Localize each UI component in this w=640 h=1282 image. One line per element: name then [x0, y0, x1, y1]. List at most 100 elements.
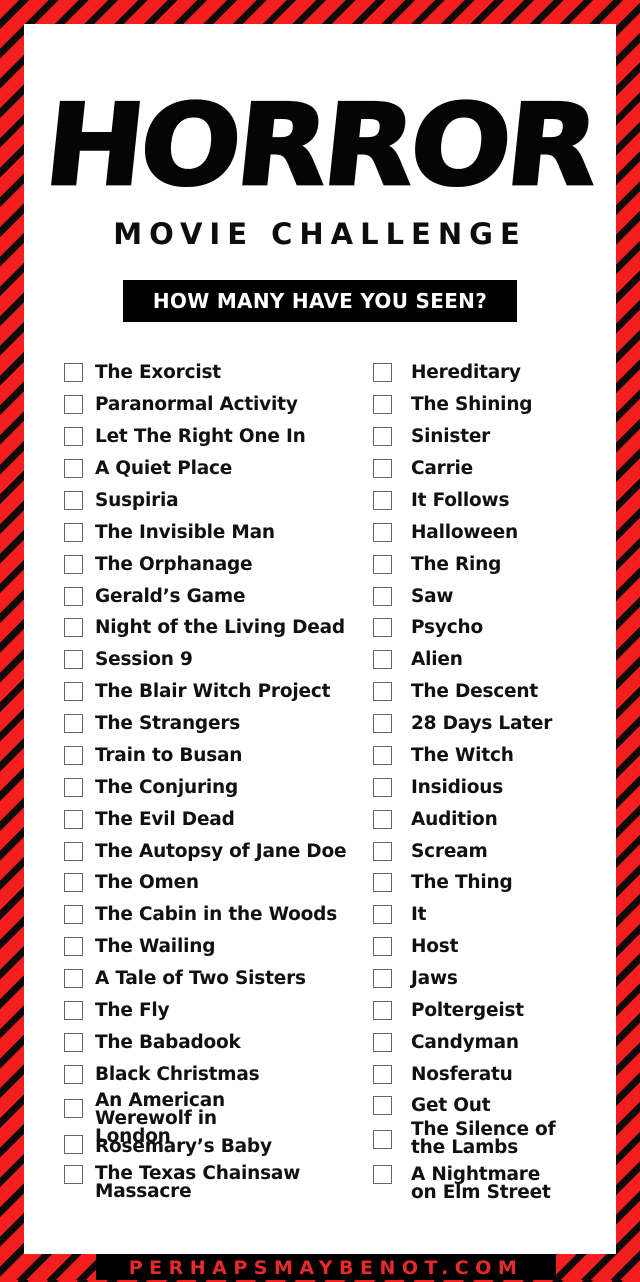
movie-title: Rosemary’s Baby [95, 1136, 272, 1157]
movie-title: Hereditary [411, 362, 521, 383]
checkbox[interactable] [373, 810, 392, 829]
movie-title: The Cabin in the Woods [95, 904, 338, 925]
checkbox[interactable] [373, 682, 392, 701]
checkbox[interactable] [64, 682, 83, 701]
movie-title: The Wailing [95, 936, 216, 957]
checkbox[interactable] [64, 842, 83, 861]
checkbox[interactable] [64, 523, 83, 542]
movie-title: Alien [411, 649, 463, 670]
checkbox[interactable] [64, 1001, 83, 1020]
checkbox[interactable] [64, 459, 83, 478]
movie-title: Scream [411, 841, 488, 862]
checkbox[interactable] [64, 746, 83, 765]
checkbox[interactable] [373, 969, 392, 988]
checkbox[interactable] [373, 459, 392, 478]
checkbox[interactable] [373, 1096, 392, 1115]
checkbox[interactable] [64, 363, 83, 382]
movie-title: Train to Busan [95, 745, 243, 766]
tagline-banner: HOW MANY HAVE YOU SEEN? [123, 280, 517, 322]
checkbox[interactable] [373, 1033, 392, 1052]
movie-title: Paranormal Activity [95, 394, 298, 415]
checkbox[interactable] [373, 1165, 392, 1184]
checkbox[interactable] [64, 618, 83, 637]
movie-title: Sinister [411, 426, 491, 447]
checkbox[interactable] [373, 1065, 392, 1084]
movie-title: The Strangers [95, 713, 241, 734]
checkbox[interactable] [373, 491, 392, 510]
checkbox[interactable] [64, 937, 83, 956]
checkbox[interactable] [64, 1099, 83, 1118]
movie-title: The Witch [411, 745, 514, 766]
checkbox[interactable] [373, 714, 392, 733]
checkbox[interactable] [373, 905, 392, 924]
checkbox[interactable] [64, 905, 83, 924]
movie-title: A Nightmare on Elm Street [411, 1164, 551, 1203]
checkbox[interactable] [64, 810, 83, 829]
checkbox[interactable] [373, 650, 392, 669]
movie-title: Audition [411, 809, 498, 830]
checkbox[interactable] [373, 523, 392, 542]
checkbox[interactable] [373, 587, 392, 606]
movie-title: Let The Right One In [95, 426, 306, 447]
checkbox[interactable] [373, 427, 392, 446]
checkbox[interactable] [373, 937, 392, 956]
movie-title: Carrie [411, 458, 473, 479]
checkbox[interactable] [373, 842, 392, 861]
checkbox[interactable] [64, 1033, 83, 1052]
checkbox[interactable] [373, 746, 392, 765]
movie-title: The Invisible Man [95, 522, 275, 543]
checkbox[interactable] [64, 873, 83, 892]
checkbox[interactable] [64, 778, 83, 797]
movie-title: Gerald’s Game [95, 586, 246, 607]
movie-title: Session 9 [95, 649, 193, 670]
movie-title: The Ring [411, 554, 502, 575]
movie-title: The Fly [95, 1000, 170, 1021]
movie-title: The Descent [411, 681, 539, 702]
movie-title: Get Out [411, 1095, 491, 1116]
checkbox[interactable] [373, 778, 392, 797]
footer-website[interactable]: PERHAPSMAYBENOT.COM [96, 1254, 556, 1280]
checkbox[interactable] [64, 395, 83, 414]
checkbox[interactable] [64, 714, 83, 733]
checkbox[interactable] [64, 555, 83, 574]
movie-title: Night of the Living Dead [95, 617, 345, 638]
checkbox[interactable] [373, 395, 392, 414]
movie-title: Jaws [411, 968, 458, 989]
movie-title: The Blair Witch Project [95, 681, 331, 702]
checkbox[interactable] [64, 587, 83, 606]
movie-title: The Texas Chainsaw Massacre [95, 1163, 301, 1202]
movie-title: The Thing [411, 872, 513, 893]
page-title: HORROR [38, 78, 603, 212]
checkbox[interactable] [64, 1135, 83, 1154]
movie-title: Psycho [411, 617, 483, 638]
movie-title: The Shining [411, 394, 533, 415]
checkbox[interactable] [373, 1130, 392, 1149]
movie-title: A Tale of Two Sisters [95, 968, 306, 989]
movie-title: The Conjuring [95, 777, 239, 798]
checkbox[interactable] [373, 873, 392, 892]
checkbox[interactable] [373, 618, 392, 637]
poster-background: { "header": { "title": "HORROR", "subtit… [0, 0, 640, 1280]
checkbox[interactable] [64, 427, 83, 446]
movie-title: It Follows [411, 490, 510, 511]
checkbox[interactable] [373, 555, 392, 574]
movie-title: The Babadook [95, 1032, 241, 1053]
checkbox[interactable] [64, 491, 83, 510]
movie-title: It [411, 904, 427, 925]
movie-title: The Orphanage [95, 554, 253, 575]
movie-title: Insidious [411, 777, 504, 798]
movie-title: Poltergeist [411, 1000, 524, 1021]
checkbox[interactable] [64, 650, 83, 669]
movie-title: Saw [411, 586, 454, 607]
checkbox[interactable] [373, 363, 392, 382]
checkbox[interactable] [373, 1001, 392, 1020]
movie-title: The Autopsy of Jane Doe [95, 841, 347, 862]
movie-title: Host [411, 936, 459, 957]
movie-title: The Evil Dead [95, 809, 235, 830]
movie-title: Halloween [411, 522, 518, 543]
checkbox[interactable] [64, 1165, 83, 1184]
page-subtitle: MOVIE CHALLENGE [113, 217, 527, 251]
checkbox[interactable] [64, 1065, 83, 1084]
movie-title: Black Christmas [95, 1064, 260, 1085]
checkbox[interactable] [64, 969, 83, 988]
